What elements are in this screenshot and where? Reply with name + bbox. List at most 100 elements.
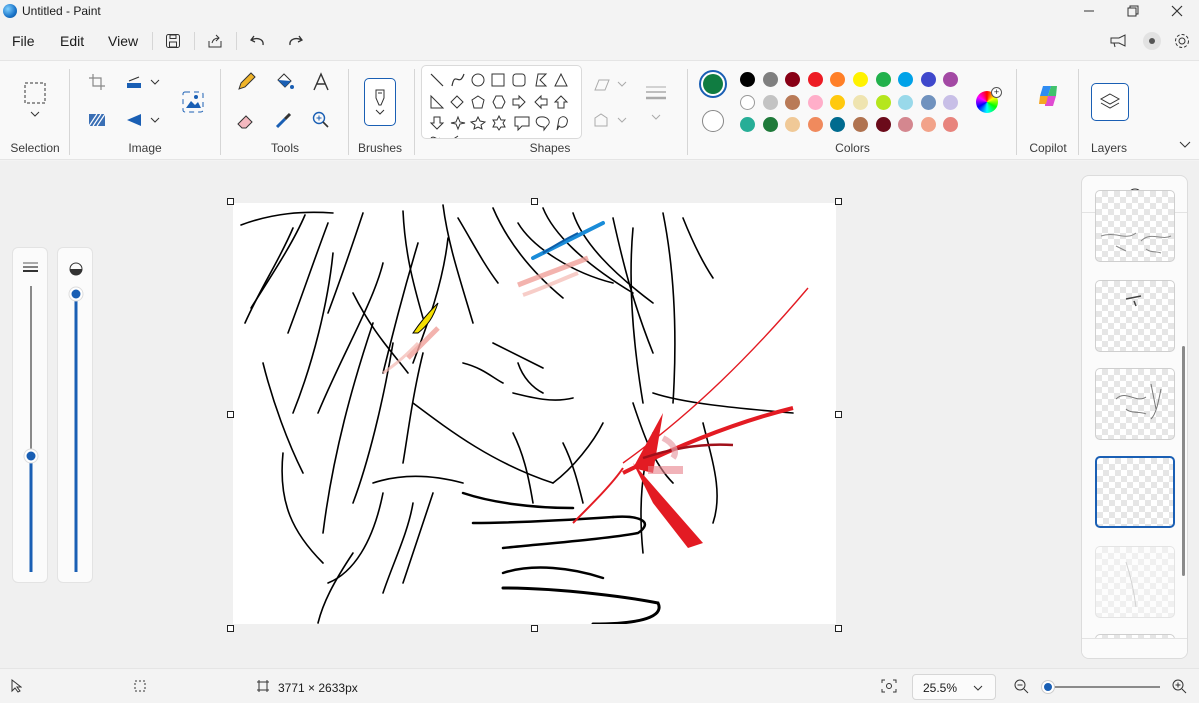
redo-icon[interactable] [283, 30, 307, 52]
close-button[interactable] [1155, 0, 1199, 22]
remove-background-icon[interactable] [84, 107, 110, 133]
title-bar: Untitled - Paint [0, 0, 1199, 24]
zoom-out-icon[interactable] [1010, 675, 1032, 697]
eraser-icon[interactable] [233, 107, 259, 133]
layer-thumbnail[interactable] [1095, 546, 1175, 618]
color-swatch[interactable] [853, 72, 868, 87]
brush-size-slider[interactable] [12, 247, 48, 583]
resize-handle-top-left[interactable] [227, 198, 234, 205]
color-swatch[interactable] [920, 72, 936, 87]
up-arrow-shape-icon [553, 95, 569, 109]
resize-handle-bottom-right[interactable] [835, 625, 842, 632]
brushes-button[interactable] [364, 78, 396, 126]
canvas-size-text: 3771 × 2633px [278, 681, 358, 695]
share-icon[interactable] [203, 30, 227, 52]
fit-to-window-icon[interactable] [878, 675, 900, 697]
color-swatch[interactable] [785, 117, 801, 132]
shape-size-icon[interactable] [642, 81, 670, 107]
restore-button[interactable] [1111, 0, 1155, 22]
edit-colors-icon[interactable]: + [973, 87, 1002, 116]
color-swatch[interactable] [898, 94, 914, 110]
resize-handle-top-right[interactable] [835, 198, 842, 205]
rotate-chevron-down-icon[interactable] [146, 107, 164, 133]
color-swatch[interactable] [853, 117, 868, 132]
outline-icon[interactable] [591, 71, 613, 97]
rotate-flip-icon[interactable] [122, 107, 148, 133]
opacity-slider[interactable] [57, 247, 93, 583]
fill-style-icon[interactable] [591, 107, 613, 133]
color-swatch[interactable] [785, 94, 801, 110]
color-swatch[interactable] [875, 117, 891, 132]
layer-thumbnail[interactable] [1095, 190, 1175, 262]
layers-scrollbar[interactable] [1182, 346, 1185, 576]
color-swatch[interactable] [830, 94, 846, 110]
color-swatch[interactable] [807, 72, 823, 87]
resize-icon[interactable] [122, 69, 148, 95]
color-swatch[interactable] [898, 117, 914, 132]
layer-thumbnail-selected[interactable] [1095, 456, 1175, 528]
menu-view[interactable]: View [108, 33, 138, 49]
color-swatch[interactable] [830, 72, 846, 87]
color-swatch[interactable] [740, 94, 755, 110]
color-swatch[interactable] [920, 94, 936, 110]
magnifier-icon[interactable] [308, 107, 334, 133]
secondary-color-swatch[interactable] [702, 110, 724, 132]
ribbon-divider [1078, 69, 1079, 155]
status-bar: 3771 × 2633px 25.5% [0, 668, 1199, 703]
feedback-icon[interactable] [1106, 30, 1130, 52]
minimize-button[interactable] [1067, 0, 1111, 22]
ribbon-collapse-chevron-icon[interactable] [1175, 135, 1195, 155]
resize-handle-right[interactable] [835, 411, 842, 418]
resize-handle-bottom-left[interactable] [227, 625, 234, 632]
resize-chevron-down-icon[interactable] [146, 69, 164, 95]
layer-thumbnail[interactable] [1095, 368, 1175, 440]
color-swatch[interactable] [830, 117, 846, 132]
color-swatch[interactable] [807, 117, 823, 132]
image-creator-icon[interactable] [178, 87, 208, 117]
rectangle-select-icon[interactable] [21, 79, 49, 107]
color-swatch[interactable] [762, 117, 778, 132]
crop-icon[interactable] [84, 69, 110, 95]
resize-handle-top[interactable] [531, 198, 538, 205]
settings-gear-icon[interactable] [1170, 30, 1194, 52]
color-swatch[interactable] [898, 72, 914, 87]
account-avatar[interactable] [1140, 30, 1164, 52]
primary-color-swatch[interactable] [699, 70, 727, 98]
zoom-slider[interactable] [1040, 681, 1162, 693]
resize-handle-left[interactable] [227, 411, 234, 418]
copilot-icon[interactable] [1033, 81, 1063, 111]
color-swatch[interactable] [875, 94, 891, 110]
layers-button[interactable] [1091, 83, 1129, 121]
color-swatch[interactable] [740, 117, 755, 132]
pencil-icon[interactable] [233, 69, 259, 95]
selection-chevron-down-icon[interactable] [24, 107, 46, 121]
color-swatch[interactable] [740, 72, 755, 87]
zoom-in-icon[interactable] [1168, 675, 1190, 697]
resize-handle-bottom[interactable] [531, 625, 538, 632]
save-icon[interactable] [161, 30, 185, 52]
color-picker-icon[interactable] [271, 107, 297, 133]
color-swatch[interactable] [762, 94, 778, 110]
menu-file[interactable]: File [12, 33, 35, 49]
menu-edit[interactable]: Edit [60, 33, 84, 49]
text-tool-icon[interactable] [308, 69, 334, 95]
layer-thumbnail[interactable] [1095, 280, 1175, 352]
fill-chevron-down-icon[interactable] [614, 107, 630, 133]
shape-size-chevron-down-icon[interactable] [646, 109, 666, 125]
fill-bucket-icon[interactable] [271, 69, 297, 95]
zoom-slider-thumb[interactable] [1042, 681, 1055, 693]
color-swatch[interactable] [875, 72, 891, 87]
color-swatch[interactable] [785, 72, 801, 87]
color-swatch[interactable] [853, 94, 868, 110]
cursor-position-icon [6, 675, 26, 697]
color-swatch[interactable] [762, 72, 778, 87]
color-swatch[interactable] [943, 117, 959, 132]
color-swatch[interactable] [943, 72, 959, 87]
zoom-dropdown[interactable]: 25.5% [912, 674, 996, 700]
color-swatch[interactable] [807, 94, 823, 110]
color-swatch[interactable] [920, 117, 936, 132]
outline-chevron-down-icon[interactable] [614, 71, 630, 97]
color-swatch[interactable] [943, 94, 959, 110]
undo-icon[interactable] [246, 30, 270, 52]
drawing-canvas[interactable] [233, 203, 836, 624]
